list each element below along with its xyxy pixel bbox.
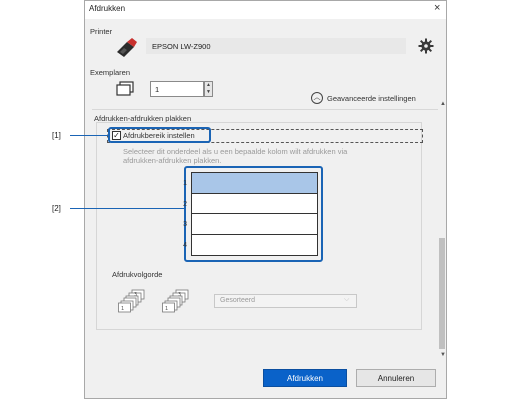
scrollbar-thumb[interactable] xyxy=(439,238,445,349)
print-order-label: Afdrukvolgorde xyxy=(112,270,163,279)
spin-down-icon[interactable]: ▼ xyxy=(205,89,212,96)
print-button[interactable]: Afdrukken xyxy=(263,369,347,387)
printer-icon xyxy=(113,35,139,64)
window-title: Afdrukken xyxy=(89,4,126,13)
column-number: 3 xyxy=(183,221,187,228)
column-table[interactable]: 1 2 3 4 xyxy=(183,172,318,256)
callout-1-label: [1] xyxy=(52,131,61,140)
svg-text:3: 3 xyxy=(178,292,181,298)
uncollated-order-icon: 1 3 xyxy=(162,289,192,318)
advanced-settings-link[interactable]: Geavanceerde instellingen xyxy=(327,94,416,103)
column-row[interactable]: 3 xyxy=(183,214,317,235)
cancel-button[interactable]: Annuleren xyxy=(356,369,436,387)
printer-name-field[interactable]: EPSON LW-Z900 xyxy=(146,38,406,54)
callout-2-line xyxy=(70,208,184,209)
svg-text:1: 1 xyxy=(165,306,168,312)
separator xyxy=(92,109,438,110)
svg-text:1: 1 xyxy=(121,306,124,312)
hint-text-line1: Selecteer dit onderdeel als u een bepaal… xyxy=(123,147,348,156)
close-button[interactable]: × xyxy=(434,2,440,14)
gear-icon[interactable] xyxy=(418,38,434,59)
chevron-down-icon[interactable]: ⌵ xyxy=(344,296,349,304)
printer-label: Printer xyxy=(90,27,113,36)
column-row[interactable]: 4 xyxy=(183,234,317,255)
callout-2-label: [2] xyxy=(52,204,61,213)
column-number: 2 xyxy=(183,200,187,208)
scroll-up-icon[interactable]: ▲ xyxy=(440,101,446,107)
column-row[interactable]: 2 xyxy=(183,193,317,214)
callout-1-line xyxy=(70,135,108,136)
svg-text:3: 3 xyxy=(134,292,137,298)
copies-input[interactable]: 1 xyxy=(150,81,204,97)
copies-label: Exemplaren xyxy=(90,68,131,77)
column-number: 4 xyxy=(183,241,187,249)
scroll-down-icon[interactable]: ▼ xyxy=(440,352,446,358)
collated-order-icon: 1 3 xyxy=(118,289,148,318)
print-order-select[interactable]: Gesorteerd xyxy=(214,294,357,308)
expand-advanced-icon[interactable]: ︿ xyxy=(311,92,323,104)
column-number: 1 xyxy=(183,180,187,187)
spin-up-icon[interactable]: ▲ xyxy=(205,82,212,89)
title-bar: Afdrukken × xyxy=(85,1,446,19)
callout-1-box xyxy=(108,127,211,143)
column-row[interactable]: 1 xyxy=(183,173,317,194)
copies-icon xyxy=(115,81,135,102)
copies-spinner[interactable]: ▲ ▼ xyxy=(204,81,213,97)
hint-text-line2: afdrukken-afdrukken plakken. xyxy=(123,156,222,165)
